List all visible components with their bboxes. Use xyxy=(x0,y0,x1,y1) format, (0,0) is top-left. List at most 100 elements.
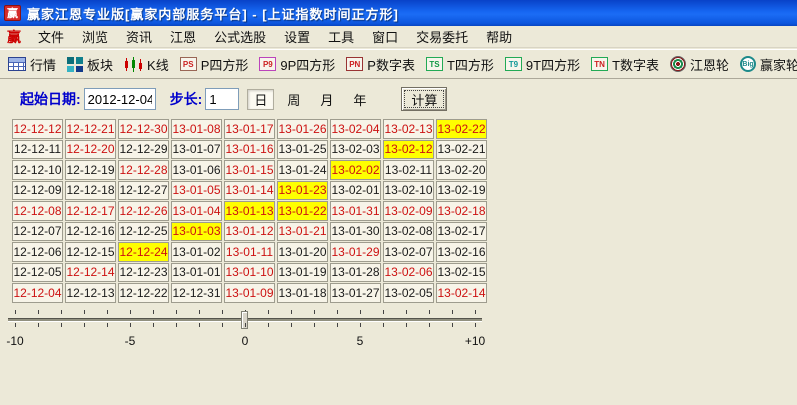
toolbar-label-t-square: T四方形 xyxy=(447,55,494,74)
date-cell: 13-01-26 xyxy=(277,119,328,139)
slider-tick xyxy=(222,323,223,327)
date-cell: 13-02-13 xyxy=(383,119,434,139)
menu-item-tools[interactable]: 工具 xyxy=(319,25,363,48)
date-cell: 13-01-12 xyxy=(224,222,275,242)
slider-tick xyxy=(199,323,200,327)
menu-item-file[interactable]: 文件 xyxy=(29,25,73,48)
menu-item-help[interactable]: 帮助 xyxy=(477,25,521,48)
offset-slider[interactable]: -10-505+10 xyxy=(8,310,482,356)
slider-tick-label: -10 xyxy=(6,334,23,348)
slider-tick xyxy=(452,323,453,327)
date-cell: 13-01-14 xyxy=(224,181,275,201)
period-option-month[interactable]: 月 xyxy=(313,89,340,110)
slider-tick-label: 0 xyxy=(242,334,249,348)
date-cell: 13-01-09 xyxy=(224,283,275,303)
start-date-input[interactable] xyxy=(84,88,156,110)
slider-tick xyxy=(38,323,39,327)
date-cell: 12-12-11 xyxy=(12,140,63,160)
date-cell: 13-01-07 xyxy=(171,140,222,160)
date-cell: 13-01-22 xyxy=(277,201,328,221)
date-cell: 13-01-02 xyxy=(171,242,222,262)
toolbar-button-p-number-table[interactable]: PNP数字表 xyxy=(346,55,415,74)
date-cell: 12-12-28 xyxy=(118,160,169,180)
slider-tick xyxy=(360,323,361,327)
date-cell: 12-12-21 xyxy=(65,119,116,139)
date-cell: 12-12-09 xyxy=(12,181,63,201)
toolbar-button-gann-wheel[interactable]: 江恩轮 xyxy=(670,55,729,74)
date-cell: 12-12-25 xyxy=(118,222,169,242)
period-option-year[interactable]: 年 xyxy=(346,89,373,110)
slider-track[interactable] xyxy=(8,318,482,321)
date-cell: 12-12-30 xyxy=(118,119,169,139)
menu-logo-icon: 赢 xyxy=(5,27,29,47)
calculate-button[interactable]: 计算 xyxy=(401,87,447,111)
period-option-day[interactable]: 日 xyxy=(247,89,274,110)
slider-tick xyxy=(15,323,16,327)
slider-tick xyxy=(153,323,154,327)
toolbar-button-t-number-table[interactable]: TNT数字表 xyxy=(591,55,659,74)
date-cell: 12-12-16 xyxy=(65,222,116,242)
slider-tick xyxy=(222,310,223,314)
slider-tick xyxy=(130,310,131,314)
step-input[interactable] xyxy=(205,88,239,110)
slider-tick xyxy=(406,323,407,327)
menu-item-trade-entrust[interactable]: 交易委托 xyxy=(407,25,477,48)
toolbar-label-9t-square: 9T四方形 xyxy=(526,55,580,74)
slider-tick xyxy=(360,310,361,314)
toolbar-button-sectors[interactable]: 板块 xyxy=(67,55,113,74)
menu-item-window[interactable]: 窗口 xyxy=(363,25,407,48)
date-cell: 13-02-02 xyxy=(330,160,381,180)
date-cell: 13-02-20 xyxy=(436,160,487,180)
toolbar-button-winner-wheel[interactable]: Big赢家轮 xyxy=(740,55,797,74)
period-option-week[interactable]: 周 xyxy=(280,89,307,110)
slider-tick xyxy=(84,310,85,314)
slider-tick xyxy=(429,323,430,327)
date-cell: 12-12-06 xyxy=(12,242,63,262)
menu-item-news[interactable]: 资讯 xyxy=(117,25,161,48)
date-cell: 13-02-06 xyxy=(383,263,434,283)
date-cell: 13-02-10 xyxy=(383,181,434,201)
date-cell: 13-02-12 xyxy=(383,140,434,160)
date-cell: 13-01-05 xyxy=(171,181,222,201)
slider-ticks-bottom xyxy=(15,323,475,328)
date-cell: 13-01-24 xyxy=(277,160,328,180)
toolbar-button-quotes[interactable]: 行情 xyxy=(8,55,56,74)
slider-tick xyxy=(383,323,384,327)
date-cell: 13-02-05 xyxy=(383,283,434,303)
date-cell: 13-01-17 xyxy=(224,119,275,139)
slider-tick-label: +10 xyxy=(465,334,485,348)
date-cell: 12-12-29 xyxy=(118,140,169,160)
menu-item-formula-stock-pick[interactable]: 公式选股 xyxy=(205,25,275,48)
date-cell: 13-02-03 xyxy=(330,140,381,160)
toolbar-button-kline[interactable]: K线 xyxy=(124,55,169,74)
date-cell: 13-01-29 xyxy=(330,242,381,262)
slider-tick xyxy=(153,310,154,314)
date-cell: 13-01-03 xyxy=(171,222,222,242)
toolbar-button-p-square[interactable]: PSP四方形 xyxy=(180,55,249,74)
slider-tick xyxy=(268,310,269,314)
toolbar-button-9t-square[interactable]: T99T四方形 xyxy=(505,55,580,74)
slider-tick xyxy=(107,310,108,314)
date-cell: 13-01-25 xyxy=(277,140,328,160)
date-cell: 13-01-21 xyxy=(277,222,328,242)
date-cell: 13-02-17 xyxy=(436,222,487,242)
date-cell: 13-01-30 xyxy=(330,222,381,242)
menu-item-browse[interactable]: 浏览 xyxy=(73,25,117,48)
slider-tick xyxy=(452,310,453,314)
slider-tick xyxy=(429,310,430,314)
date-cell: 13-01-27 xyxy=(330,283,381,303)
date-cell: 13-02-11 xyxy=(383,160,434,180)
toolbar-button-t-square[interactable]: TST四方形 xyxy=(426,55,494,74)
menu-item-gann[interactable]: 江恩 xyxy=(161,25,205,48)
slider-tick xyxy=(314,323,315,327)
date-cell: 12-12-22 xyxy=(118,283,169,303)
menu-item-settings[interactable]: 设置 xyxy=(275,25,319,48)
slider-tick xyxy=(245,323,246,327)
menu-items: 文件浏览资讯江恩公式选股设置工具窗口交易委托帮助 xyxy=(29,25,521,48)
toolbar-button-9p-square[interactable]: P99P四方形 xyxy=(259,55,335,74)
slider-tick-label: -5 xyxy=(125,334,136,348)
date-cell: 12-12-04 xyxy=(12,283,63,303)
slider-tick xyxy=(130,323,131,327)
slider-tick xyxy=(268,323,269,327)
date-cell: 13-01-10 xyxy=(224,263,275,283)
